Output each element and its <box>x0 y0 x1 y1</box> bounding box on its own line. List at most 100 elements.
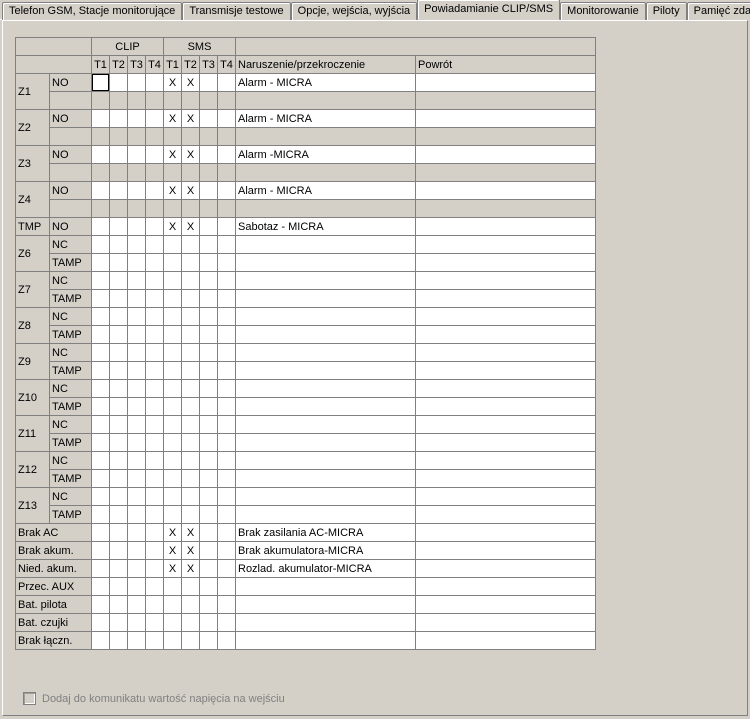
cell[interactable] <box>164 470 182 488</box>
cell-clip-t4[interactable] <box>146 110 164 128</box>
cell-sms-t4[interactable] <box>218 218 236 236</box>
cell-naruszenie[interactable] <box>236 236 416 254</box>
cell-sms-t2[interactable]: X <box>182 74 200 92</box>
cell-sms-t1[interactable]: X <box>164 218 182 236</box>
cell[interactable] <box>146 470 164 488</box>
cell[interactable] <box>218 290 236 308</box>
cell[interactable] <box>92 416 110 434</box>
cell-clip-t3[interactable] <box>128 110 146 128</box>
cell[interactable] <box>218 272 236 290</box>
cell[interactable] <box>218 506 236 524</box>
cell[interactable] <box>110 398 128 416</box>
cell-sms-t3[interactable] <box>200 146 218 164</box>
cell-naruszenie[interactable] <box>236 578 416 596</box>
cell[interactable] <box>92 434 110 452</box>
cell-clip-t4[interactable] <box>146 182 164 200</box>
cell-sms-t3[interactable] <box>200 74 218 92</box>
cell[interactable] <box>92 236 110 254</box>
cell-sms-t2[interactable]: X <box>182 146 200 164</box>
cell[interactable] <box>146 308 164 326</box>
cell[interactable] <box>218 488 236 506</box>
cell-clip-t1[interactable] <box>92 110 110 128</box>
cell[interactable] <box>182 614 200 632</box>
cell[interactable] <box>200 290 218 308</box>
cell-sms-t4[interactable] <box>218 74 236 92</box>
cell-powrot[interactable] <box>416 416 596 434</box>
cell[interactable] <box>92 560 110 578</box>
cell[interactable] <box>128 470 146 488</box>
cell[interactable] <box>128 272 146 290</box>
cell[interactable] <box>182 452 200 470</box>
cell[interactable] <box>164 362 182 380</box>
cell[interactable] <box>164 488 182 506</box>
cell-powrot[interactable] <box>416 398 596 416</box>
cell-clip-t3[interactable] <box>128 74 146 92</box>
cell[interactable] <box>182 236 200 254</box>
cell-naruszenie[interactable] <box>236 632 416 650</box>
cell[interactable] <box>110 452 128 470</box>
cell[interactable] <box>110 272 128 290</box>
cell-clip-t2[interactable] <box>110 218 128 236</box>
cell[interactable] <box>146 272 164 290</box>
row-tmp[interactable]: TMP NO X X Sabotaz - MICRA <box>16 218 596 236</box>
cell[interactable] <box>146 614 164 632</box>
cell-naruszenie[interactable] <box>236 596 416 614</box>
cell-sms-t4[interactable] <box>218 146 236 164</box>
cell-powrot[interactable] <box>416 632 596 650</box>
cell[interactable] <box>110 380 128 398</box>
cell-naruszenie[interactable] <box>236 452 416 470</box>
cell[interactable] <box>182 308 200 326</box>
cell[interactable] <box>200 614 218 632</box>
cell[interactable] <box>92 524 110 542</box>
cell[interactable] <box>218 578 236 596</box>
cell-powrot[interactable] <box>416 272 596 290</box>
cell[interactable] <box>218 254 236 272</box>
cell-sms-t4[interactable] <box>218 110 236 128</box>
cell[interactable] <box>110 524 128 542</box>
cell-powrot[interactable] <box>416 326 596 344</box>
cell[interactable] <box>200 254 218 272</box>
cell[interactable] <box>146 452 164 470</box>
cell[interactable] <box>218 362 236 380</box>
cell[interactable] <box>146 416 164 434</box>
cell[interactable] <box>200 398 218 416</box>
cell-powrot[interactable] <box>416 344 596 362</box>
cell[interactable] <box>92 578 110 596</box>
cell[interactable] <box>218 236 236 254</box>
cell[interactable] <box>164 434 182 452</box>
cell[interactable] <box>110 254 128 272</box>
cell[interactable] <box>92 632 110 650</box>
cell-sms-t1[interactable]: X <box>164 182 182 200</box>
cell[interactable] <box>218 560 236 578</box>
cell[interactable] <box>146 380 164 398</box>
cell-naruszenie[interactable] <box>236 614 416 632</box>
cell[interactable] <box>110 326 128 344</box>
cell[interactable] <box>92 398 110 416</box>
row-z13-tamp[interactable]: TAMP <box>16 506 596 524</box>
cell[interactable] <box>146 236 164 254</box>
cell[interactable] <box>164 632 182 650</box>
tab-pamiec-zdarzen[interactable]: Pamięć zdarzeń <box>687 2 750 20</box>
cell[interactable] <box>110 290 128 308</box>
cell[interactable] <box>164 254 182 272</box>
cell[interactable] <box>164 326 182 344</box>
cell[interactable] <box>128 488 146 506</box>
row-nied-akum[interactable]: Nied. akum.XXRozlad. akumulator-MICRA <box>16 560 596 578</box>
cell[interactable] <box>110 308 128 326</box>
cell[interactable] <box>200 470 218 488</box>
cell[interactable] <box>200 416 218 434</box>
cell[interactable] <box>92 362 110 380</box>
cell[interactable] <box>218 398 236 416</box>
cell[interactable] <box>110 416 128 434</box>
cell[interactable] <box>200 272 218 290</box>
cell[interactable] <box>92 380 110 398</box>
cell-naruszenie[interactable] <box>236 416 416 434</box>
row-z11-nc[interactable]: Z11NC <box>16 416 596 434</box>
cell-sms-t1[interactable]: X <box>164 110 182 128</box>
row-bat-czujki[interactable]: Bat. czujki <box>16 614 596 632</box>
cell[interactable] <box>182 416 200 434</box>
cell-powrot[interactable] <box>416 380 596 398</box>
cell[interactable] <box>218 614 236 632</box>
row-z8-tamp[interactable]: TAMP <box>16 326 596 344</box>
cell[interactable] <box>200 542 218 560</box>
